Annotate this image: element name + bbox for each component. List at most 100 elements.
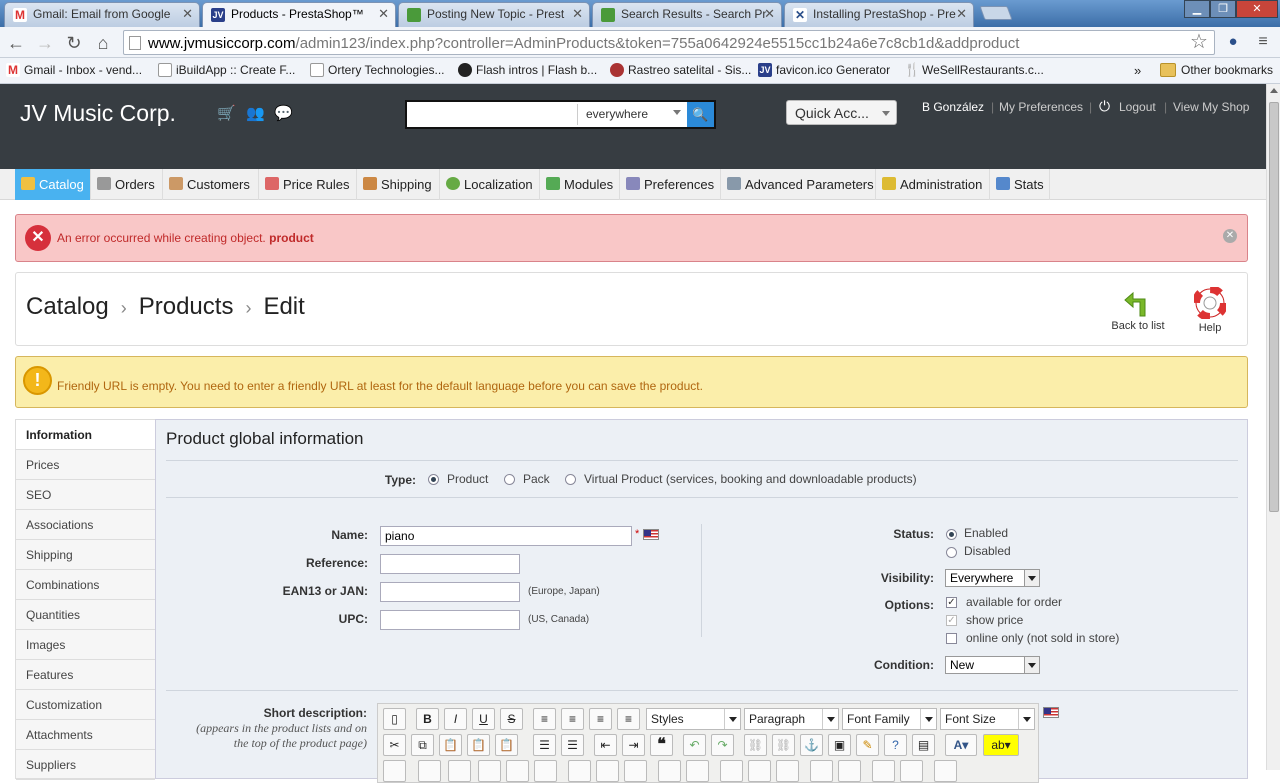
maximize-button[interactable]: ❐ bbox=[1210, 0, 1236, 18]
html-source-icon[interactable]: ▤ bbox=[912, 734, 935, 756]
menu-preferences[interactable]: Preferences bbox=[620, 169, 721, 200]
available-for-order-checkbox[interactable]: ✓ bbox=[946, 597, 957, 608]
bookmark-ibuildapp[interactable]: iBuildApp :: Create F... bbox=[158, 63, 295, 77]
menu-stats[interactable]: Stats bbox=[990, 169, 1050, 200]
status-enabled-radio[interactable] bbox=[946, 529, 957, 540]
url-field[interactable]: www.jvmusiccorp.com/admin123/index.php?c… bbox=[123, 30, 1215, 55]
forward-arrow-icon[interactable]: → bbox=[34, 32, 56, 54]
us-flag-icon[interactable] bbox=[1043, 707, 1059, 718]
ean13-input[interactable] bbox=[380, 582, 520, 602]
editor-tool-icon[interactable] bbox=[720, 760, 743, 782]
italic-icon[interactable]: I bbox=[444, 708, 467, 730]
anchor-icon[interactable]: ⚓ bbox=[800, 734, 823, 756]
menu-customers[interactable]: Customers bbox=[163, 169, 259, 200]
strikethrough-icon[interactable]: S bbox=[500, 708, 523, 730]
tab-images[interactable]: Images bbox=[16, 630, 155, 660]
tab-features[interactable]: Features bbox=[16, 660, 155, 690]
editor-tool-icon[interactable] bbox=[838, 760, 861, 782]
menu-shipping[interactable]: Shipping bbox=[357, 169, 440, 200]
undo-icon[interactable]: ↶ bbox=[683, 734, 706, 756]
visibility-select[interactable]: Everywhere bbox=[945, 569, 1040, 587]
scroll-up-icon[interactable] bbox=[1270, 88, 1278, 93]
close-icon[interactable]: ✕ bbox=[764, 6, 775, 22]
logout-link[interactable]: Logout bbox=[1119, 100, 1156, 114]
browser-tab-search[interactable]: Search Results - Search Pr ✕ bbox=[592, 2, 782, 27]
align-center-icon[interactable]: ≡ bbox=[561, 708, 584, 730]
tab-quantities[interactable]: Quantities bbox=[16, 600, 155, 630]
bookmark-gmail[interactable]: M Gmail - Inbox - vend... bbox=[6, 63, 142, 77]
paste-word-icon[interactable]: 📋 bbox=[495, 734, 518, 756]
reload-icon[interactable]: ↻ bbox=[63, 32, 85, 54]
editor-tool-icon[interactable] bbox=[872, 760, 895, 782]
editor-tool-icon[interactable] bbox=[624, 760, 647, 782]
editor-tool-icon[interactable] bbox=[383, 760, 406, 782]
bold-icon[interactable]: B bbox=[416, 708, 439, 730]
tab-seo[interactable]: SEO bbox=[16, 480, 155, 510]
us-flag-icon[interactable] bbox=[643, 529, 659, 540]
close-icon[interactable]: ✕ bbox=[1223, 229, 1237, 243]
editor-tool-icon[interactable] bbox=[448, 760, 471, 782]
editor-tool-icon[interactable] bbox=[596, 760, 619, 782]
paste-text-icon[interactable]: 📋 bbox=[467, 734, 490, 756]
menu-localization[interactable]: Localization bbox=[440, 169, 540, 200]
breadcrumb-products[interactable]: Products bbox=[139, 293, 234, 320]
view-shop-link[interactable]: View My Shop bbox=[1173, 100, 1249, 114]
home-icon[interactable]: ⌂ bbox=[92, 32, 114, 54]
font-family-select[interactable]: Font Family bbox=[842, 708, 937, 730]
bookmarks-overflow[interactable]: » bbox=[1134, 63, 1141, 78]
close-icon[interactable]: ✕ bbox=[182, 6, 193, 22]
browser-tab-products[interactable]: JV Products - PrestaShop™ ✕ bbox=[202, 2, 396, 28]
blockquote-icon[interactable]: ❝ bbox=[650, 734, 673, 756]
menu-administration[interactable]: Administration bbox=[876, 169, 990, 200]
condition-select[interactable]: New bbox=[945, 656, 1040, 674]
tab-prices[interactable]: Prices bbox=[16, 450, 155, 480]
browser-tab-gmail[interactable]: M Gmail: Email from Google ✕ bbox=[4, 2, 200, 27]
cart-icon[interactable]: 🛒 bbox=[217, 104, 236, 122]
indent-icon[interactable]: ⇥ bbox=[622, 734, 645, 756]
editor-tool-icon[interactable] bbox=[900, 760, 923, 782]
new-tab-button[interactable] bbox=[979, 6, 1013, 20]
tab-suppliers[interactable]: Suppliers bbox=[16, 750, 155, 780]
styles-select[interactable]: Styles bbox=[646, 708, 741, 730]
my-preferences-link[interactable]: My Preferences bbox=[999, 100, 1083, 114]
minimize-button[interactable]: ▁ bbox=[1184, 0, 1210, 18]
text-color-icon[interactable]: A▾ bbox=[945, 734, 977, 756]
editor-tool-icon[interactable] bbox=[418, 760, 441, 782]
upc-input[interactable] bbox=[380, 610, 520, 630]
breadcrumb-catalog[interactable]: Catalog bbox=[26, 293, 109, 320]
menu-advanced-parameters[interactable]: Advanced Parameters bbox=[721, 169, 876, 200]
cut-icon[interactable]: ✂ bbox=[383, 734, 406, 756]
browser-tab-installing[interactable]: ✕ Installing PrestaShop - Pre ✕ bbox=[784, 2, 974, 27]
bookmark-flash[interactable]: Flash intros | Flash b... bbox=[458, 63, 597, 77]
employee-name[interactable]: B González bbox=[922, 100, 984, 114]
editor-tool-icon[interactable] bbox=[686, 760, 709, 782]
status-disabled-radio[interactable] bbox=[946, 547, 957, 558]
editor-tool-icon[interactable] bbox=[534, 760, 557, 782]
editor-tool-icon[interactable] bbox=[506, 760, 529, 782]
outdent-icon[interactable]: ⇤ bbox=[594, 734, 617, 756]
bookmark-favicon[interactable]: JV favicon.ico Generator bbox=[758, 63, 890, 77]
help-circle-icon[interactable]: ? bbox=[884, 734, 907, 756]
menu-icon[interactable]: ≡ bbox=[1252, 31, 1274, 53]
redo-icon[interactable]: ↷ bbox=[711, 734, 734, 756]
other-bookmarks[interactable]: Other bookmarks bbox=[1160, 63, 1273, 77]
type-product-radio[interactable] bbox=[428, 474, 439, 485]
menu-catalog[interactable]: Catalog bbox=[15, 169, 91, 200]
align-right-icon[interactable]: ≡ bbox=[589, 708, 612, 730]
editor-tool-icon[interactable] bbox=[934, 760, 957, 782]
editor-tool-icon[interactable] bbox=[776, 760, 799, 782]
type-pack-radio[interactable] bbox=[504, 474, 515, 485]
shop-name[interactable]: JV Music Corp. bbox=[20, 100, 176, 127]
editor-tool-icon[interactable] bbox=[658, 760, 681, 782]
customers-icon[interactable]: 👥 bbox=[246, 104, 265, 122]
highlight-color-icon[interactable]: ab▾ bbox=[983, 734, 1019, 756]
online-only-checkbox[interactable] bbox=[946, 633, 957, 644]
underline-icon[interactable]: U bbox=[472, 708, 495, 730]
editor-tool-icon[interactable] bbox=[748, 760, 771, 782]
type-virtual-radio[interactable] bbox=[565, 474, 576, 485]
scrollbar-thumb[interactable] bbox=[1269, 102, 1279, 512]
bookmark-rastreo[interactable]: Rastreo satelital - Sis... bbox=[610, 63, 751, 77]
close-icon[interactable]: ✕ bbox=[378, 6, 389, 22]
browser-tab-posting[interactable]: Posting New Topic - Prest ✕ bbox=[398, 2, 590, 27]
format-select[interactable]: Paragraph bbox=[744, 708, 839, 730]
